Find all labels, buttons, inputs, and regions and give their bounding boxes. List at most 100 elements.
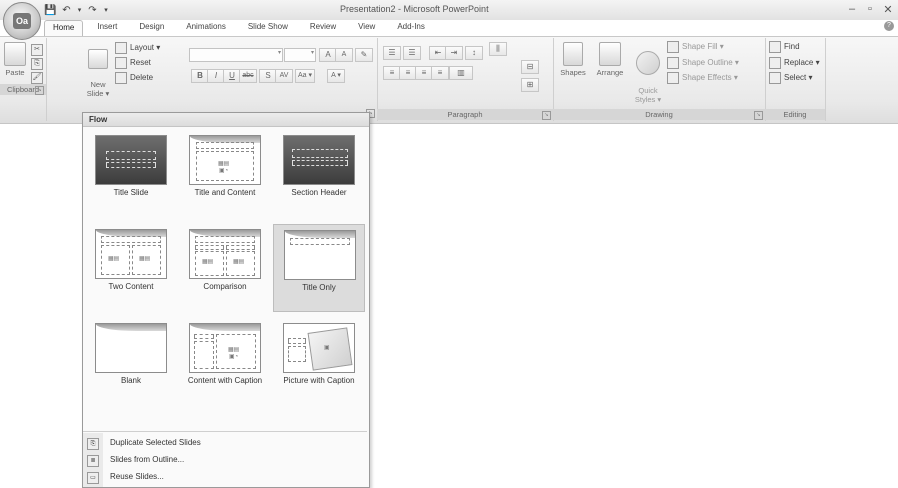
arrange-button[interactable]: Arrange [593,42,627,77]
subtitle-placeholder [106,162,156,168]
change-case-button[interactable]: Aa ▾ [295,69,316,83]
shape-effects-button[interactable]: Shape Effects ▾ [667,71,738,84]
layout-label: Title and Content [194,188,256,197]
duplicate-icon: ⎘ [87,438,99,450]
close-button[interactable]: ✕ [880,3,896,16]
content-icons: ▦▤ [139,256,151,262]
reset-button[interactable]: Reset [115,56,151,69]
left-heading-placeholder [195,245,224,250]
increase-indent-button[interactable]: ⇥ [445,46,463,60]
line-spacing-button[interactable]: ↕ [465,46,483,60]
clipboard-launcher-icon[interactable]: ↘ [35,86,44,95]
clipboard-group: Paste ✂ ⎘ 🖌 Clipboard ↘ [0,38,47,121]
shrink-font-button[interactable]: A [335,48,353,62]
text-placeholder [292,160,348,166]
font-size-combo[interactable]: ▾ [284,48,316,62]
smartart-button[interactable]: ⊞ [521,78,539,92]
layout-thumbnail: ▦▤ ▦▤ [189,229,261,279]
layout-thumbnail [283,135,355,185]
layout-comparison[interactable]: ▦▤ ▦▤ Comparison [179,224,271,312]
tab-review[interactable]: Review [302,20,344,36]
shape-outline-button[interactable]: Shape Outline ▾ [667,56,739,69]
find-button[interactable]: Find [769,40,800,53]
align-text-button[interactable]: ⊟ [521,60,539,74]
window-title: Presentation2 - Microsoft PowerPoint [340,4,489,14]
quick-styles-button[interactable]: Quick Styles ▾ [633,42,663,104]
replace-label: Replace ▾ [784,58,820,67]
save-icon[interactable]: 💾 [44,4,57,17]
layout-thumbnail: ▣ [283,323,355,373]
layout-blank[interactable]: Blank [85,318,177,418]
font-name-combo[interactable]: ▾ [189,48,283,62]
caption-title-placeholder [194,334,214,339]
layout-title-slide[interactable]: Title Slide [85,130,177,218]
chevron-down-icon: ▾ [277,50,281,56]
numbering-button[interactable]: ☰ [403,46,421,60]
arrange-icon [599,42,621,66]
redo-icon[interactable]: ↷ [86,4,99,17]
layout-icon [115,41,127,54]
font-color-button[interactable]: A ▾ [327,69,345,83]
paste-button[interactable]: Paste [3,42,27,77]
paragraph-launcher-icon[interactable]: ↘ [542,111,551,120]
title-placeholder [290,238,350,245]
shapes-icon [563,42,583,66]
office-button[interactable]: Oa [3,2,41,40]
caption-text-placeholder [194,341,214,369]
strikethrough-button[interactable]: abc [239,69,257,83]
tab-slide-show[interactable]: Slide Show [240,20,296,36]
tab-view[interactable]: View [350,20,383,36]
columns-button[interactable]: ▥ [449,66,473,80]
right-heading-placeholder [226,245,255,250]
reset-icon [115,56,127,69]
theme-swoosh [96,324,166,331]
layout-content-with-caption[interactable]: ▦▤ ▣◔ Content with Caption [179,318,271,418]
layout-section-header[interactable]: Section Header [273,130,365,218]
tab-animations[interactable]: Animations [178,20,234,36]
character-spacing-button[interactable]: AV [275,69,293,83]
bullets-button[interactable]: ☰ [383,46,401,60]
delete-button[interactable]: Delete [115,71,153,84]
layout-two-content[interactable]: ▦▤ ▦▤ Two Content [85,224,177,312]
layout-picture-with-caption[interactable]: ▣ Picture with Caption [273,318,365,418]
replace-button[interactable]: Replace ▾ [769,56,820,69]
drawing-launcher-icon[interactable]: ↘ [754,111,763,120]
drawing-group: Shapes Arrange Quick Styles ▾ Shape Fill… [553,38,766,121]
select-button[interactable]: Select ▾ [769,71,812,84]
restore-button[interactable]: ▫ [862,3,878,15]
cut-icon[interactable]: ✂ [31,44,43,56]
duplicate-selected-slides-item[interactable]: ⎘ Duplicate Selected Slides [83,435,367,451]
help-icon[interactable]: ? [884,21,894,31]
picture-placeholder [307,327,353,371]
paste-label: Paste [5,68,25,77]
outline-icon: ≣ [87,455,99,467]
new-slide-button[interactable]: New Slide ▾ [85,40,111,98]
tab-insert[interactable]: Insert [89,20,125,36]
clear-formatting-button[interactable]: ✎ [355,48,373,62]
justify-button[interactable]: ≡ [431,66,449,80]
content-icons: ▦▤ ▣◔ [218,161,230,174]
format-painter-icon[interactable]: 🖌 [31,72,43,84]
layout-title-and-content[interactable]: ▦▤ ▣◔ Title and Content [179,130,271,218]
minimize-button[interactable]: – [844,3,860,15]
slides-from-outline-item[interactable]: ≣ Slides from Outline... [83,452,367,468]
shapes-button[interactable]: Shapes [559,42,587,77]
layout-title-only[interactable]: Title Only [273,224,365,312]
layout-label: Title Only [302,283,336,292]
undo-dropdown-icon[interactable]: ▾ [76,4,83,17]
tab-design[interactable]: Design [131,20,172,36]
reuse-slides-item[interactable]: ▭ Reuse Slides... [83,469,367,485]
customize-qat-icon[interactable]: ▾ [102,4,110,17]
shape-fill-button[interactable]: Shape Fill ▾ [667,40,724,53]
shape-outline-label: Shape Outline ▾ [682,58,739,67]
tab-home[interactable]: Home [44,20,84,37]
menu-item-label: Reuse Slides... [110,472,164,481]
title-placeholder [195,236,255,243]
copy-icon[interactable]: ⎘ [31,58,43,70]
layout-label: Comparison [203,282,247,291]
tab-add-ins[interactable]: Add-Ins [389,20,433,36]
layout-button[interactable]: Layout ▾ [115,41,160,54]
menu-item-label: Slides from Outline... [110,455,185,464]
text-direction-button[interactable]: ⫼ [489,42,507,56]
undo-icon[interactable]: ↶ [60,4,73,17]
